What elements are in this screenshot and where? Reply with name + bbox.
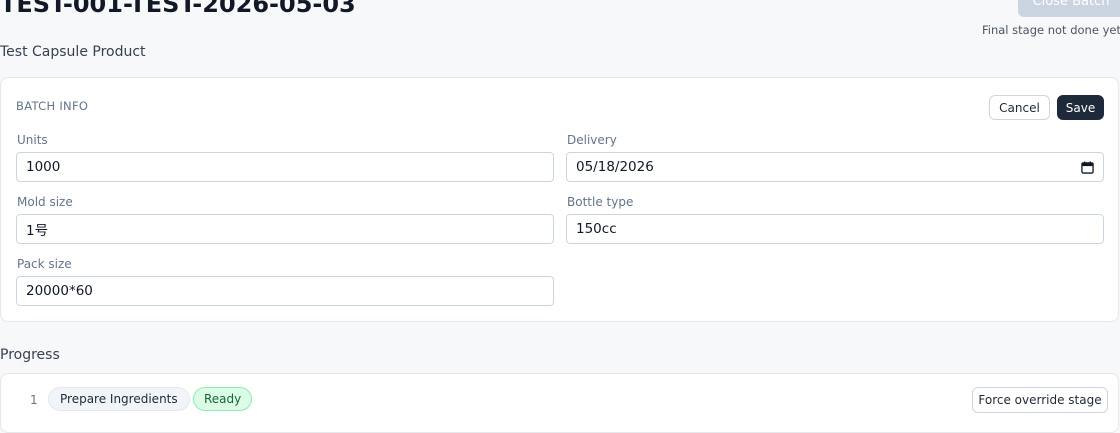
- progress-stage-row: 1 Prepare Ingredients Ready Force overri…: [0, 373, 1119, 433]
- batch-info-card: BATCH INFO Cancel Save Units Delivery 05…: [0, 77, 1119, 322]
- delivery-date-value: 05/18/2026: [576, 159, 654, 175]
- delivery-label: Delivery: [567, 133, 617, 147]
- units-label: Units: [17, 133, 48, 147]
- mold-size-label: Mold size: [17, 195, 73, 209]
- mold-size-input[interactable]: [16, 214, 554, 244]
- calendar-icon[interactable]: [1081, 161, 1094, 174]
- close-batch-button[interactable]: Close Batch: [1018, 0, 1120, 17]
- status-badge: Ready: [193, 387, 253, 411]
- force-override-stage-button[interactable]: Force override stage: [972, 387, 1108, 413]
- units-input[interactable]: [16, 152, 554, 182]
- save-button[interactable]: Save: [1057, 95, 1104, 120]
- close-batch-hint: Final stage not done yet: [982, 23, 1120, 37]
- bottle-type-input[interactable]: [566, 214, 1104, 244]
- pack-size-label: Pack size: [17, 257, 72, 271]
- pack-size-input[interactable]: [16, 276, 554, 306]
- progress-heading: Progress: [0, 347, 60, 363]
- bottle-type-label: Bottle type: [567, 195, 634, 209]
- page-title: TEST-001-TEST-2026-05-03: [0, 0, 356, 18]
- stage-name-pill: Prepare Ingredients: [48, 387, 190, 411]
- product-subtitle: Test Capsule Product: [0, 44, 146, 60]
- stage-index: 1: [30, 393, 38, 407]
- delivery-date-input[interactable]: 05/18/2026: [566, 152, 1104, 182]
- cancel-button[interactable]: Cancel: [989, 95, 1050, 120]
- batch-info-title: BATCH INFO: [16, 99, 89, 113]
